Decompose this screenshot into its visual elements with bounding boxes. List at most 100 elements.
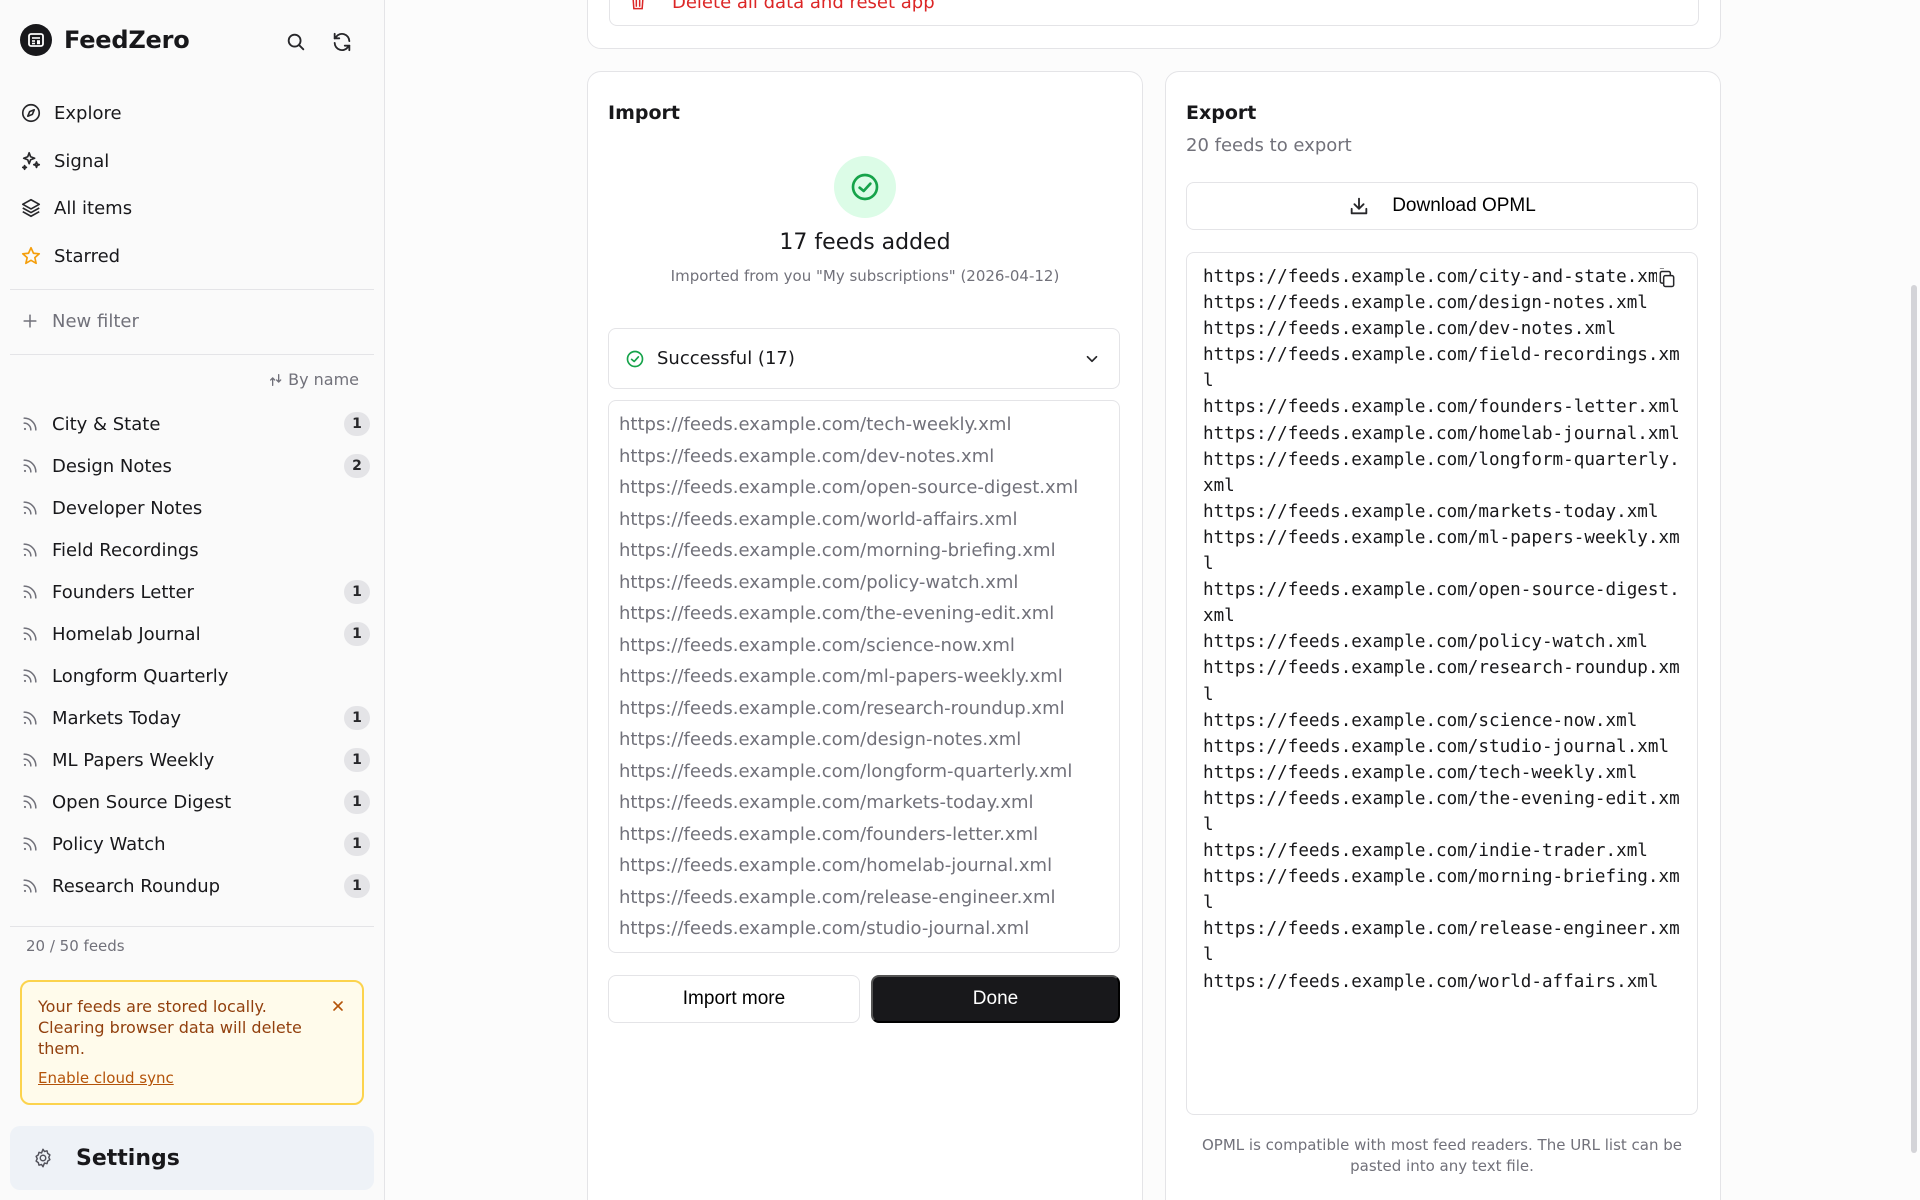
- export-url: https://feeds.example.com/morning-briefi…: [1203, 867, 1680, 914]
- feed-name: Field Recordings: [52, 539, 199, 561]
- feeds-added-title: 17 feeds added: [779, 230, 951, 255]
- layers-icon: [21, 198, 41, 218]
- feed-item[interactable]: Policy Watch 1: [20, 823, 370, 865]
- import-status-dropdown[interactable]: Successful (17): [608, 328, 1120, 389]
- feeds-count: 20 / 50 feeds: [26, 937, 125, 955]
- download-opml-button[interactable]: Download OPML: [1186, 182, 1698, 230]
- done-button[interactable]: Done: [871, 975, 1120, 1023]
- feed-item[interactable]: City & State 1: [20, 403, 370, 445]
- imported-url: https://feeds.example.com/release-engine…: [619, 886, 1056, 908]
- rss-icon: [23, 753, 37, 767]
- gear-icon: [35, 1148, 51, 1168]
- import-card: Import 17 feeds added Imported from you …: [587, 71, 1143, 1200]
- feed-item[interactable]: Open Source Digest 1: [20, 781, 370, 823]
- feed-item[interactable]: Homelab Journal 1: [20, 613, 370, 655]
- search-icon[interactable]: [284, 30, 308, 54]
- feed-name: Open Source Digest: [52, 791, 232, 813]
- export-url: https://feeds.example.com/release-engine…: [1203, 919, 1680, 966]
- export-url: https://feeds.example.com/dev-notes.xml: [1203, 319, 1617, 340]
- unread-count-badge: 1: [344, 622, 370, 646]
- imported-url: https://feeds.example.com/science-now.xm…: [619, 634, 1015, 656]
- settings-button[interactable]: Settings: [10, 1126, 374, 1190]
- sort-button[interactable]: By name: [268, 370, 359, 389]
- export-url: https://feeds.example.com/open-source-di…: [1203, 580, 1680, 627]
- unread-count-badge: 1: [344, 874, 370, 898]
- nav-label: Starred: [54, 245, 121, 267]
- imported-url: https://feeds.example.com/research-round…: [619, 697, 1065, 719]
- export-url: https://feeds.example.com/city-and-state…: [1203, 267, 1670, 287]
- copy-icon[interactable]: [1657, 269, 1679, 291]
- feed-item[interactable]: Longform Quarterly: [20, 655, 370, 697]
- new-filter-button[interactable]: New filter: [20, 307, 139, 335]
- export-url: https://feeds.example.com/design-notes.x…: [1203, 293, 1648, 314]
- export-count: 20 feeds to export: [1186, 135, 1352, 156]
- unread-count-badge: 1: [344, 706, 370, 730]
- imported-url-list: https://feeds.example.com/tech-weekly.xm…: [608, 400, 1120, 953]
- export-url: https://feeds.example.com/world-affairs.…: [1203, 971, 1659, 992]
- feed-item[interactable]: Research Roundup 1: [20, 865, 370, 907]
- export-url: https://feeds.example.com/founders-lette…: [1203, 397, 1680, 418]
- imported-url: https://feeds.example.com/founders-lette…: [619, 823, 1039, 845]
- nav-label: Explore: [54, 102, 122, 124]
- export-card: Export 20 feeds to export Download OPML …: [1165, 71, 1721, 1200]
- scrollbar-thumb[interactable]: [1911, 285, 1917, 1153]
- imported-url: https://feeds.example.com/homelab-journa…: [619, 855, 1053, 876]
- divider: [10, 354, 374, 355]
- feed-name: Markets Today: [52, 707, 182, 729]
- chevron-down-icon: [1086, 355, 1098, 363]
- feed-name: Design Notes: [52, 455, 172, 477]
- reset-app-button[interactable]: Delete all data and reset app: [609, 0, 1699, 26]
- imported-url: https://feeds.example.com/design-notes.x…: [619, 729, 1022, 750]
- feed-item[interactable]: Markets Today 1: [20, 697, 370, 739]
- export-title: Export: [1186, 102, 1257, 124]
- enable-cloud-sync-link[interactable]: Enable cloud sync: [38, 1068, 174, 1089]
- unread-count-badge: 1: [344, 748, 370, 772]
- unread-count-badge: 1: [344, 412, 370, 436]
- export-url: https://feeds.example.com/field-recordin…: [1203, 345, 1680, 392]
- status-label: Successful (17): [657, 348, 795, 369]
- nav-label: Signal: [54, 150, 110, 172]
- imported-url: https://feeds.example.com/policy-watch.x…: [619, 571, 1019, 593]
- trash-icon: [632, 0, 644, 10]
- rss-icon: [23, 711, 37, 725]
- export-url: https://feeds.example.com/policy-watch.x…: [1203, 632, 1648, 653]
- feed-name: Research Roundup: [52, 875, 221, 897]
- feed-item[interactable]: Founders Letter 1: [20, 571, 370, 613]
- import-more-button[interactable]: Import more: [608, 975, 860, 1023]
- plus-icon: [23, 314, 37, 328]
- feed-item[interactable]: Developer Notes: [20, 487, 370, 529]
- feed-item[interactable]: Design Notes 2: [20, 445, 370, 487]
- feed-item[interactable]: ML Papers Weekly 1: [20, 739, 370, 781]
- sort-icon: [270, 373, 282, 386]
- import-title: Import: [608, 102, 680, 124]
- imported-url: https://feeds.example.com/dev-notes.xml: [619, 445, 995, 467]
- nav-starred[interactable]: Starred: [20, 240, 120, 272]
- export-url: https://feeds.example.com/markets-today.…: [1203, 501, 1659, 522]
- feed-list: City & State 1 Design Notes 2 Developer Note…: [20, 403, 370, 907]
- imported-url: https://feeds.example.com/ml-papers-week…: [619, 666, 1063, 687]
- unread-count-badge: 1: [344, 580, 370, 604]
- export-url: https://feeds.example.com/homelab-journa…: [1203, 423, 1680, 444]
- rss-icon: [23, 837, 37, 851]
- notice-text: Your feeds are stored locally. Clearing …: [38, 997, 302, 1058]
- success-check-icon: [834, 156, 896, 218]
- feed-name: Policy Watch: [52, 833, 166, 855]
- feed-item[interactable]: Field Recordings: [20, 529, 370, 571]
- rss-icon: [23, 501, 37, 515]
- nav-signal[interactable]: Signal: [20, 145, 109, 177]
- star-icon: [21, 246, 41, 265]
- nav-all-items[interactable]: All items: [20, 192, 132, 224]
- rss-icon: [23, 543, 37, 557]
- sidebar: FeedZero Explore Signal All items Starre…: [0, 0, 385, 1200]
- sort-label: By name: [288, 370, 359, 389]
- brand[interactable]: FeedZero: [20, 24, 190, 56]
- export-url-textarea[interactable]: https://feeds.example.com/city-and-state…: [1186, 252, 1698, 1115]
- nav-explore[interactable]: Explore: [20, 97, 122, 129]
- divider: [10, 289, 374, 290]
- imported-url: https://feeds.example.com/open-source-di…: [619, 477, 1079, 498]
- reset-label: Delete all data and reset app: [672, 0, 935, 13]
- export-url: https://feeds.example.com/the-evening-ed…: [1203, 788, 1680, 835]
- close-icon[interactable]: [330, 998, 346, 1014]
- download-icon: [1350, 197, 1368, 215]
- refresh-icon[interactable]: [330, 30, 354, 54]
